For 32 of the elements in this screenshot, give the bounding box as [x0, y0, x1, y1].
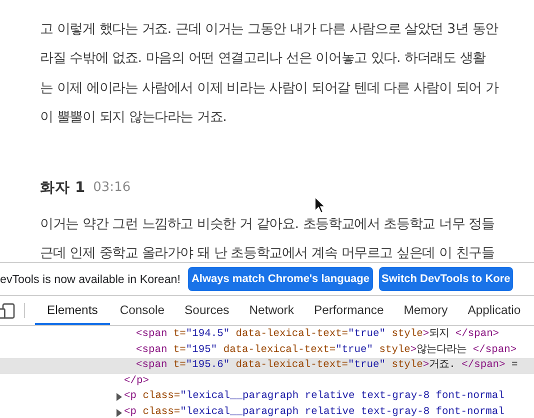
devtools-tab[interactable]: Applicatio: [458, 296, 531, 325]
device-toolbar-icon[interactable]: [0, 302, 16, 318]
html-code: <span t="195" data-lexical-text="true" style>않는다라는 </span>: [136, 342, 517, 358]
collapsed-triangle-icon[interactable]: [115, 408, 123, 417]
transcript-line: 고 이렇게 했다는 거죠. 근데 이거는 그동안 내가 다른 사람으로 살았던 3년 동안: [40, 20, 498, 38]
devtools-tab[interactable]: Console: [110, 296, 175, 325]
transcript-line: 이거는 약간 그런 느낌하고 비슷한 거 같아요. 초등학교에서 초등학교 너무 정들: [40, 216, 494, 234]
devtools-tab[interactable]: Sources: [174, 296, 240, 325]
html-code: <p class="lexical__paragraph relative text-gray-8 font-normal: [124, 389, 504, 404]
transcript-line: 근데 인제 중학교 올라가야 돼 난 초등학교에서 계속 머무르고 싶은데 이 친구들: [40, 245, 494, 262]
dom-node-row[interactable]: <p class="lexical__paragraph relative text-gray-8 font-normal: [0, 389, 534, 405]
transcript-line: 이 뿔뿔이 되지 않는다라는 거죠.: [40, 109, 227, 127]
transcript-line: 는 이제 에이라는 사람에서 이제 비라는 사람이 되어갈 텐데 다른 사람이 되어 가: [40, 80, 498, 98]
transcript-line: 라질 수밖에 없죠. 마음의 어떤 연결고리나 선은 이어놓고 있다. 하더래도 생활: [40, 50, 486, 68]
devtools-tab[interactable]: Elements: [35, 296, 110, 325]
devtools-tab[interactable]: Network: [239, 296, 304, 325]
dom-node-row[interactable]: <p class="lexical__paragraph relative text-gray-8 font-normal: [0, 404, 534, 418]
html-code: <span t="194.5" data-lexical-text="true" style>되지 </span>: [136, 327, 500, 342]
banner-message: evTools is now available in Korean!: [0, 272, 180, 286]
banner-button[interactable]: Switch DevTools to Kore: [378, 267, 514, 291]
devtools-tab[interactable]: Memory: [394, 296, 458, 325]
dom-node-row[interactable]: <span t="195" data-lexical-text="true" style>않는다라는 </span>: [0, 342, 534, 358]
mouse-cursor-icon: [314, 196, 326, 214]
html-code: <span t="195.6" data-lexical-text="true" style>거죠. </span> =: [136, 358, 518, 374]
html-code: </p>: [124, 374, 149, 389]
devtools-tab[interactable]: Performance: [304, 296, 394, 325]
speaker-name: 화자 1: [40, 178, 86, 196]
dom-node-row[interactable]: <span t="195.6" data-lexical-text="true" style>거죠. </span> =: [0, 358, 534, 374]
html-code: <p class="lexical__paragraph relative text-gray-8 font-normal: [124, 404, 504, 418]
dom-node-row[interactable]: <span t="194.5" data-lexical-text="true" style>되지 </span>: [0, 327, 534, 343]
collapsed-triangle-icon[interactable]: [115, 393, 123, 402]
banner-button[interactable]: Always match Chrome's language: [188, 267, 373, 291]
